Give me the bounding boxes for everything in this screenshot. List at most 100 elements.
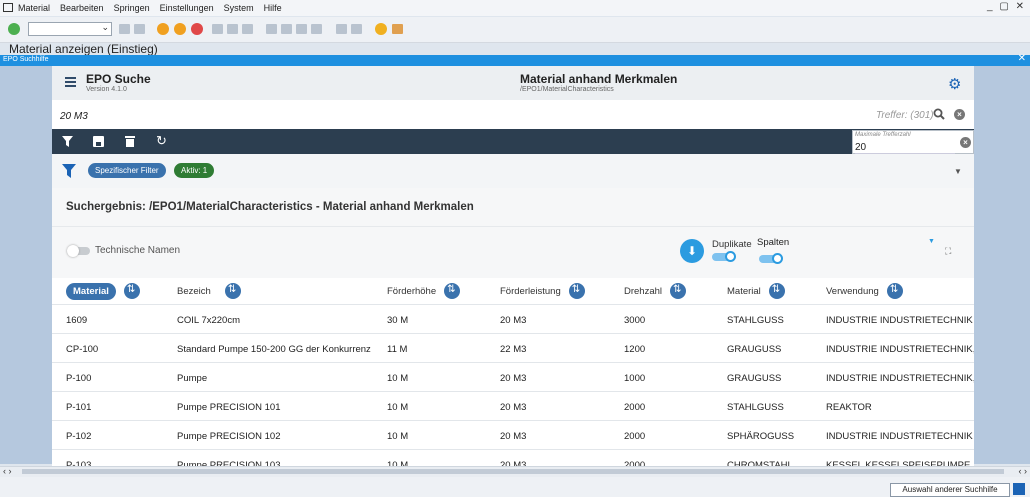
refresh-icon[interactable]: ↻ xyxy=(156,133,167,149)
column-header-material-2[interactable]: Material xyxy=(727,278,785,304)
back-icon[interactable] xyxy=(134,24,145,34)
table-cell: 20 M3 xyxy=(500,315,527,326)
table-cell: Pumpe xyxy=(177,373,208,384)
hamburger-icon[interactable] xyxy=(65,77,76,89)
max-hits-input[interactable]: 20 xyxy=(855,142,955,154)
shortcut-icon[interactable] xyxy=(351,24,362,34)
chevron-down-icon[interactable]: ▼ xyxy=(954,167,962,176)
enter-icon[interactable] xyxy=(8,23,20,35)
find-next-icon[interactable] xyxy=(242,24,253,34)
epo-title: EPO Suche xyxy=(86,72,151,86)
table-row[interactable]: P-102 Pumpe PRECISION 102 10 M 20 M3 2000 SPH… xyxy=(52,420,974,450)
exit-icon[interactable] xyxy=(157,23,169,35)
table-cell: Standard Pumpe 150-200 GG der Konkurrenz xyxy=(177,344,371,355)
stop-icon[interactable] xyxy=(191,23,203,35)
epo-header: EPO Suche Version 4.1.0 Material anhand … xyxy=(52,66,974,100)
table-cell: INDUSTRIE INDUSTRIETECHNIK, KES xyxy=(826,344,974,355)
filter-icon[interactable] xyxy=(62,136,73,147)
table-cell: SPHÄROGUSS xyxy=(727,431,795,442)
menu-item[interactable]: Springen xyxy=(114,3,150,13)
sort-icon[interactable] xyxy=(568,283,585,299)
other-search-help-button[interactable]: Auswahl anderer Suchhilfe xyxy=(890,483,1010,497)
window-controls[interactable]: _ ▢ ✕ xyxy=(987,1,1026,12)
sort-icon[interactable] xyxy=(224,283,241,299)
table-cell: P-100 xyxy=(66,373,92,384)
popup-title: EPO Suchhilfe xyxy=(3,56,49,63)
duplicates-toggle[interactable] xyxy=(712,251,736,262)
specific-filter-badge[interactable]: Spezifischer Filter xyxy=(88,163,166,178)
sort-icon[interactable] xyxy=(768,283,785,299)
table-row[interactable]: P-103 Pumpe PRECISION 103 10 M 20 M3 2000 CHR… xyxy=(52,449,974,466)
app-menu-icon[interactable] xyxy=(3,3,13,12)
table-cell: CP-100 xyxy=(66,344,99,355)
column-header-foerderleistung[interactable]: Förderleistung xyxy=(500,278,585,304)
table-cell: 22 M3 xyxy=(500,344,527,355)
sort-icon[interactable] xyxy=(444,283,461,299)
gear-icon[interactable]: ⚙ xyxy=(948,75,961,93)
first-page-icon[interactable] xyxy=(266,24,277,34)
horizontal-scrollbar[interactable]: ‹ › ‹ › xyxy=(0,466,1030,477)
print-icon[interactable] xyxy=(212,24,223,34)
scrollbar-thumb[interactable] xyxy=(22,469,1004,474)
column-header-foerderhoehe[interactable]: Förderhöhe xyxy=(387,278,461,304)
column-header-drehzahl[interactable]: Drehzahl xyxy=(624,278,687,304)
columns-toggle[interactable] xyxy=(759,253,783,264)
table-row[interactable]: CP-100 Standard Pumpe 150-200 GG der Konk… xyxy=(52,333,974,363)
layout-icon[interactable] xyxy=(392,24,403,34)
delete-icon[interactable] xyxy=(125,135,135,147)
cancel-icon[interactable] xyxy=(174,23,186,35)
status-icon[interactable] xyxy=(1013,483,1025,495)
help-icon[interactable] xyxy=(375,23,387,35)
menu-item[interactable]: Material xyxy=(18,3,50,13)
chevron-down-icon[interactable]: ⌄ xyxy=(101,22,109,33)
popup-titlebar: EPO Suchhilfe ✕ xyxy=(0,53,1030,66)
table-cell: STAHLGUSS xyxy=(727,315,784,326)
result-title: Suchergebnis: /EPO1/MaterialCharacterist… xyxy=(66,201,474,213)
last-page-icon[interactable] xyxy=(311,24,322,34)
table-row[interactable]: P-100 Pumpe 10 M 20 M3 1000 GRAUGUSS INDUSTRIE… xyxy=(52,362,974,392)
menu-item[interactable]: System xyxy=(224,3,254,13)
search-input[interactable]: 20 M3 xyxy=(60,111,88,122)
search-icon[interactable] xyxy=(933,108,945,120)
table-cell: 11 M xyxy=(387,344,408,355)
column-header-bezeich[interactable]: Bezeich xyxy=(177,278,241,304)
save-icon[interactable] xyxy=(93,136,104,147)
menu-item[interactable]: Bearbeiten xyxy=(60,3,104,13)
column-header-verwendung[interactable]: Verwendung xyxy=(826,278,903,304)
clear-max-hits-icon[interactable]: × xyxy=(960,137,971,148)
fullscreen-icon[interactable]: ⛶ xyxy=(945,246,951,257)
tech-names-toggle[interactable] xyxy=(67,245,90,257)
table-row[interactable]: P-101 Pumpe PRECISION 101 10 M 20 M3 2000 STA… xyxy=(52,391,974,421)
table-cell: REAKTOR xyxy=(826,402,872,413)
table-cell: 2000 xyxy=(624,402,646,413)
scroll-left-icon[interactable]: ‹ › xyxy=(3,466,12,476)
table-cell: 1609 xyxy=(66,315,88,326)
next-page-icon[interactable] xyxy=(296,24,307,34)
table-cell: 30 M xyxy=(387,315,409,326)
sort-icon[interactable] xyxy=(123,283,140,299)
close-icon[interactable]: ✕ xyxy=(1018,53,1026,64)
max-hits-field[interactable]: Maximale Trefferzahl 20 × xyxy=(852,130,974,154)
sort-icon[interactable] xyxy=(670,283,687,299)
save-icon[interactable] xyxy=(119,24,130,34)
new-session-icon[interactable] xyxy=(336,24,347,34)
scroll-right-icon[interactable]: ‹ › xyxy=(1019,466,1028,476)
find-icon[interactable] xyxy=(227,24,238,34)
menu-item[interactable]: Einstellungen xyxy=(160,3,214,13)
prev-page-icon[interactable] xyxy=(281,24,292,34)
column-header-material[interactable]: Material xyxy=(66,278,140,304)
command-field[interactable]: ⌄ xyxy=(28,22,112,36)
sap-toolbar: ⌄ xyxy=(0,17,1030,43)
table-row[interactable]: 1609 COIL 7x220cm 30 M 20 M3 3000 STAHLGUSS IN… xyxy=(52,304,974,334)
table-cell: 20 M3 xyxy=(500,431,527,442)
download-button[interactable]: ⬇ xyxy=(680,239,704,263)
caret-down-icon[interactable]: ▼ xyxy=(928,238,935,245)
menu-item[interactable]: Hilfe xyxy=(264,3,282,13)
filter-icon[interactable] xyxy=(62,164,76,178)
columns-label: Spalten xyxy=(757,237,790,248)
clear-search-icon[interactable]: × xyxy=(954,109,965,120)
active-filter-badge[interactable]: Aktiv: 1 xyxy=(174,163,215,178)
sort-icon[interactable] xyxy=(886,283,903,299)
table-cell: STAHLGUSS xyxy=(727,402,784,413)
tech-names-label: Technische Namen xyxy=(95,245,181,256)
